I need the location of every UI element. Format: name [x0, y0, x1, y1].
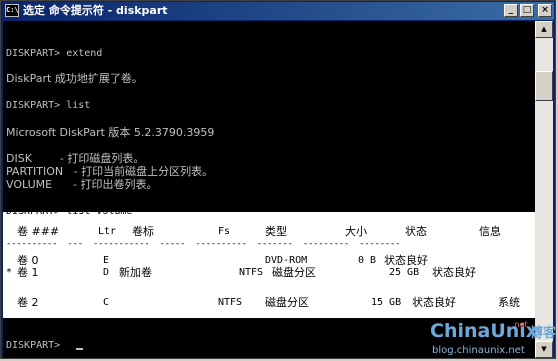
col-header-status: 状态: [405, 225, 427, 238]
window-title: 选定 命令提示符 - diskpart: [23, 4, 168, 17]
console-line: DiskPart 成功地扩展了卷。: [6, 72, 143, 85]
console-line: Microsoft DiskPart 版本 5.2.3790.3959: [6, 126, 215, 139]
console-line: DISKPART> extend: [6, 48, 103, 59]
console-line: PARTITION - 打印当前磁盘上分区列表。: [6, 165, 214, 178]
col-header-label: 卷标: [132, 225, 154, 238]
cell-ltr: C: [103, 297, 110, 308]
console-line: DISKPART> list: [6, 100, 91, 111]
col-header-fs: Fs: [218, 226, 231, 237]
console-output[interactable]: DISKPART> extend DiskPart 成功地扩展了卷。 DISKP…: [3, 21, 535, 358]
cell-volume: 卷 2: [17, 296, 39, 309]
minimize-button[interactable]: _: [504, 4, 518, 17]
cell-fs: NTFS: [218, 297, 243, 308]
watermark-url: blog.chinaunix.net: [432, 345, 525, 356]
vertical-scrollbar[interactable]: ▲ ▼: [535, 21, 553, 358]
watermark-superscript: .net: [512, 320, 528, 329]
watermark-cn: 博客: [530, 326, 557, 341]
cell-info: 系统: [498, 296, 520, 309]
cell-fs: NTFS: [239, 267, 264, 278]
cell-status: 状态良好: [412, 296, 456, 309]
cell-ltr: D: [103, 267, 110, 278]
scroll-up-button[interactable]: ▲: [535, 21, 553, 38]
table-separator: ---------- --- ----------- ----- -------…: [6, 239, 401, 249]
col-header-info: 信息: [479, 225, 501, 238]
cell-status: 状态良好: [384, 254, 428, 267]
text-cursor: [76, 348, 83, 350]
cmd-app-icon[interactable]: C:\: [5, 4, 19, 17]
cell-label: 新加卷: [119, 266, 152, 279]
cell-size: 25 GB: [389, 267, 420, 278]
cell-size: 0 B: [358, 255, 377, 266]
maximize-button[interactable]: □: [520, 4, 534, 17]
cell-marker: *: [6, 267, 13, 278]
console-line: DISK - 打印磁盘列表。: [6, 152, 145, 165]
col-header-ltr: Ltr: [98, 226, 117, 237]
selected-region[interactable]: DISKPART> list volume 卷 ### Ltr 卷标 Fs 类型…: [3, 206, 535, 318]
console-line: DISKPART> list volume: [6, 206, 133, 217]
cell-type: 磁盘分区: [265, 296, 309, 309]
cell-size: 15 GB: [371, 297, 402, 308]
command-prompt-window: C:\ 选定 命令提示符 - diskpart _ □ × DISKPART> …: [0, 0, 556, 359]
command-prompt[interactable]: DISKPART>: [6, 340, 66, 352]
col-header-type: 类型: [265, 225, 287, 238]
cell-ltr: E: [103, 255, 110, 266]
chinaunix-watermark: ChinaUnix .net 博客 blog.chinaunix.net: [430, 320, 558, 360]
console-line: VOLUME - 打印出卷列表。: [6, 178, 158, 191]
scroll-thumb[interactable]: [535, 71, 553, 101]
cell-status: 状态良好: [432, 266, 476, 279]
col-header-size: 大小: [345, 225, 367, 238]
cell-volume: 卷 1: [17, 266, 39, 279]
col-header-volume: 卷 ###: [17, 225, 60, 238]
title-bar[interactable]: C:\ 选定 命令提示符 - diskpart _ □ ×: [2, 2, 554, 20]
cell-type: 磁盘分区: [272, 266, 316, 279]
close-button[interactable]: ×: [538, 4, 552, 17]
